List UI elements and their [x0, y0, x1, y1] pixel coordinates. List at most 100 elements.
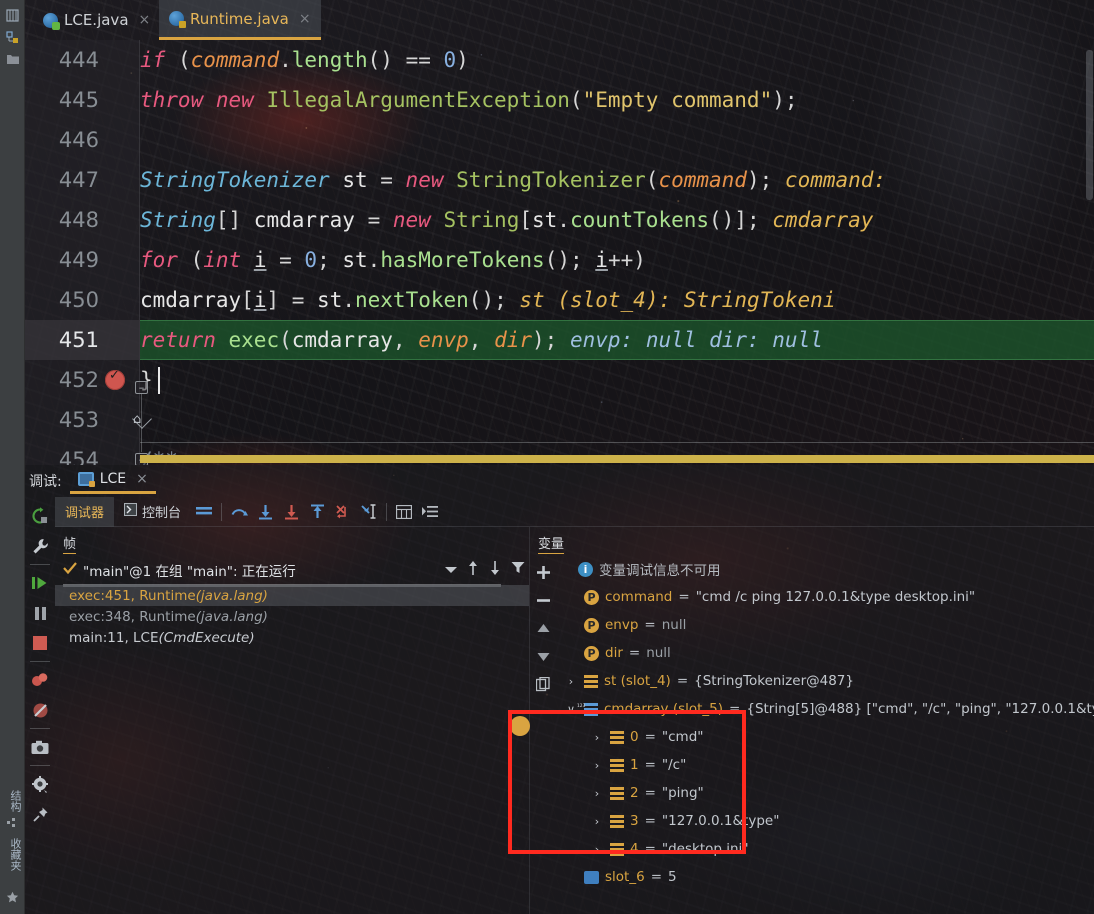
project-tool-icon[interactable]: [0, 4, 25, 26]
debug-session-tab[interactable]: LCE ×: [69, 469, 156, 494]
chevron-right-icon[interactable]: ›: [590, 815, 604, 828]
variables-title: 变量: [538, 533, 565, 554]
code-line[interactable]: 448 String[] cmdarray = new String[st.co…: [25, 200, 1094, 240]
step-into-icon[interactable]: [252, 497, 278, 527]
settings-wrench-icon[interactable]: [25, 531, 55, 561]
stop-icon[interactable]: [25, 628, 55, 658]
rail-label-favorites[interactable]: 收藏夹: [2, 838, 23, 871]
variable-row[interactable]: › 2 = "ping": [556, 779, 1094, 807]
chevron-right-icon[interactable]: ›: [564, 647, 578, 660]
variable-row[interactable]: › Penvp = null: [556, 611, 1094, 639]
variable-equals: =: [644, 757, 656, 773]
chevron-right-icon[interactable]: ›: [590, 843, 604, 856]
tab-console[interactable]: 控制台: [114, 497, 191, 527]
chevron-right-icon[interactable]: ›: [590, 787, 604, 800]
code-line[interactable]: 449 for (int i = 0; st.hasMoreTokens(); …: [25, 240, 1094, 280]
pause-program-icon[interactable]: [25, 598, 55, 628]
run-to-cursor-icon[interactable]: [356, 497, 382, 527]
code-line[interactable]: 446: [25, 120, 1094, 160]
show-execution-point-icon[interactable]: [417, 497, 443, 527]
tab-debugger[interactable]: 调试器: [55, 496, 115, 527]
chevron-right-icon[interactable]: ›: [564, 591, 578, 604]
structure-dots-icon[interactable]: [0, 812, 25, 834]
mute-breakpoints-icon[interactable]: [25, 695, 55, 725]
add-watch-icon[interactable]: [530, 559, 556, 585]
arrow-down-icon[interactable]: [489, 560, 501, 580]
frame-row[interactable]: exec:348, Runtime (java.lang): [55, 606, 529, 627]
variable-name: st (slot_4): [604, 673, 671, 689]
ide-window: 结构 收藏夹 LCE.java × Runtime.java × 444 if …: [0, 0, 1094, 914]
gear-icon[interactable]: [25, 769, 55, 799]
resume-program-icon[interactable]: [25, 568, 55, 598]
force-step-into-icon[interactable]: [278, 497, 304, 527]
chevron-down-icon[interactable]: [445, 561, 457, 579]
variable-row[interactable]: › Pdir = null: [556, 639, 1094, 667]
chevron-down-icon[interactable]: ∨: [564, 703, 578, 716]
remove-watch-icon[interactable]: [530, 587, 556, 613]
chevron-right-icon[interactable]: ›: [564, 619, 578, 632]
variables-tree[interactable]: i 变量调试信息不可用 › Pcommand = "cmd /c ping 127.0…: [556, 555, 1094, 914]
variable-row[interactable]: › 3 = "127.0.0.1&type": [556, 807, 1094, 835]
pin-icon[interactable]: [25, 799, 55, 829]
debug-tool-window: 调试: LCE × 调试器 控制台 帧 "main"@1 在组 "main": …: [25, 465, 1094, 914]
code-editor[interactable]: 444 if (command.length() == 0) 445 throw …: [25, 40, 1094, 465]
move-down-icon[interactable]: [530, 643, 556, 669]
move-up-icon[interactable]: [530, 615, 556, 641]
drop-frame-icon[interactable]: [330, 497, 356, 527]
code-line[interactable]: 444 if (command.length() == 0): [25, 40, 1094, 80]
code-line[interactable]: 445 throw new IllegalArgumentException("…: [25, 80, 1094, 120]
variable-row[interactable]: › 0 = "cmd": [556, 723, 1094, 751]
variable-name: envp: [605, 617, 639, 633]
filter-icon[interactable]: [511, 561, 525, 579]
code-line[interactable]: 453: [25, 400, 1094, 440]
folder-tool-icon[interactable]: [0, 48, 25, 70]
code-token: =: [266, 248, 305, 272]
line-number: 445: [58, 88, 99, 112]
frame-row[interactable]: exec:451, Runtime (java.lang): [55, 585, 529, 606]
frame-row[interactable]: main:11, LCE (CmdExecute): [55, 627, 529, 648]
variable-name: 0: [630, 729, 639, 745]
variable-row[interactable]: › st (slot_4) = {StringTokenizer@487}: [556, 667, 1094, 695]
layout-settings-icon[interactable]: [191, 497, 217, 527]
step-over-icon[interactable]: [226, 497, 252, 527]
code-line[interactable]: 451 return exec(cmdarray, envp, dir); en…: [25, 320, 1094, 360]
structure-tool-icon[interactable]: [0, 26, 25, 48]
rail-label-structure[interactable]: 结构: [2, 790, 23, 812]
code-line[interactable]: 447 StringTokenizer st = new StringToken…: [25, 160, 1094, 200]
chevron-right-icon[interactable]: ›: [590, 731, 604, 744]
editor-tab-lce[interactable]: LCE.java ×: [33, 0, 160, 40]
chevron-right-icon[interactable]: ›: [564, 871, 578, 884]
variable-row[interactable]: › 4 = "desktop.ini": [556, 835, 1094, 863]
screenshot-icon[interactable]: [25, 732, 55, 762]
editor-tab-runtime[interactable]: Runtime.java ×: [159, 0, 321, 40]
chevron-right-icon[interactable]: ›: [590, 759, 604, 772]
frames-list[interactable]: exec:451, Runtime (java.lang) exec:348, R…: [55, 585, 529, 914]
object-value-icon: [584, 674, 598, 688]
view-breakpoints-icon[interactable]: [25, 665, 55, 695]
variable-row[interactable]: › slot_6 = 5: [556, 863, 1094, 891]
close-icon[interactable]: ×: [139, 12, 151, 28]
code-line[interactable]: 452 }: [25, 360, 1094, 400]
copy-value-icon[interactable]: [530, 671, 556, 697]
star-icon[interactable]: [0, 886, 25, 908]
variable-row[interactable]: ∨ cmdarray (slot_5) = {String[5]@488} ["c…: [556, 695, 1094, 723]
code-line[interactable]: 450 cmdarray[i] = st.nextToken(); st (sl…: [25, 280, 1094, 320]
step-out-icon[interactable]: [304, 497, 330, 527]
variable-row[interactable]: › 1 = "/c": [556, 751, 1094, 779]
evaluate-expression-icon[interactable]: [391, 497, 417, 527]
object-value-icon: [610, 842, 624, 856]
close-icon[interactable]: ×: [299, 11, 311, 27]
arrow-up-icon[interactable]: [467, 560, 479, 580]
parameter-icon: P: [584, 645, 599, 661]
code-text: cmdarray[i] = st.nextToken(); st (slot_4…: [140, 280, 835, 320]
editor-vertical-scrollbar[interactable]: [1084, 40, 1094, 465]
breakpoint-verified-icon[interactable]: [105, 368, 125, 390]
chevron-right-icon[interactable]: ›: [564, 675, 578, 688]
variable-equals: =: [644, 617, 656, 633]
code-token: ;: [317, 248, 343, 272]
variable-row[interactable]: › Pcommand = "cmd /c ping 127.0.0.1&type …: [556, 583, 1094, 611]
close-icon[interactable]: ×: [136, 471, 148, 487]
rerun-icon[interactable]: [25, 501, 55, 531]
